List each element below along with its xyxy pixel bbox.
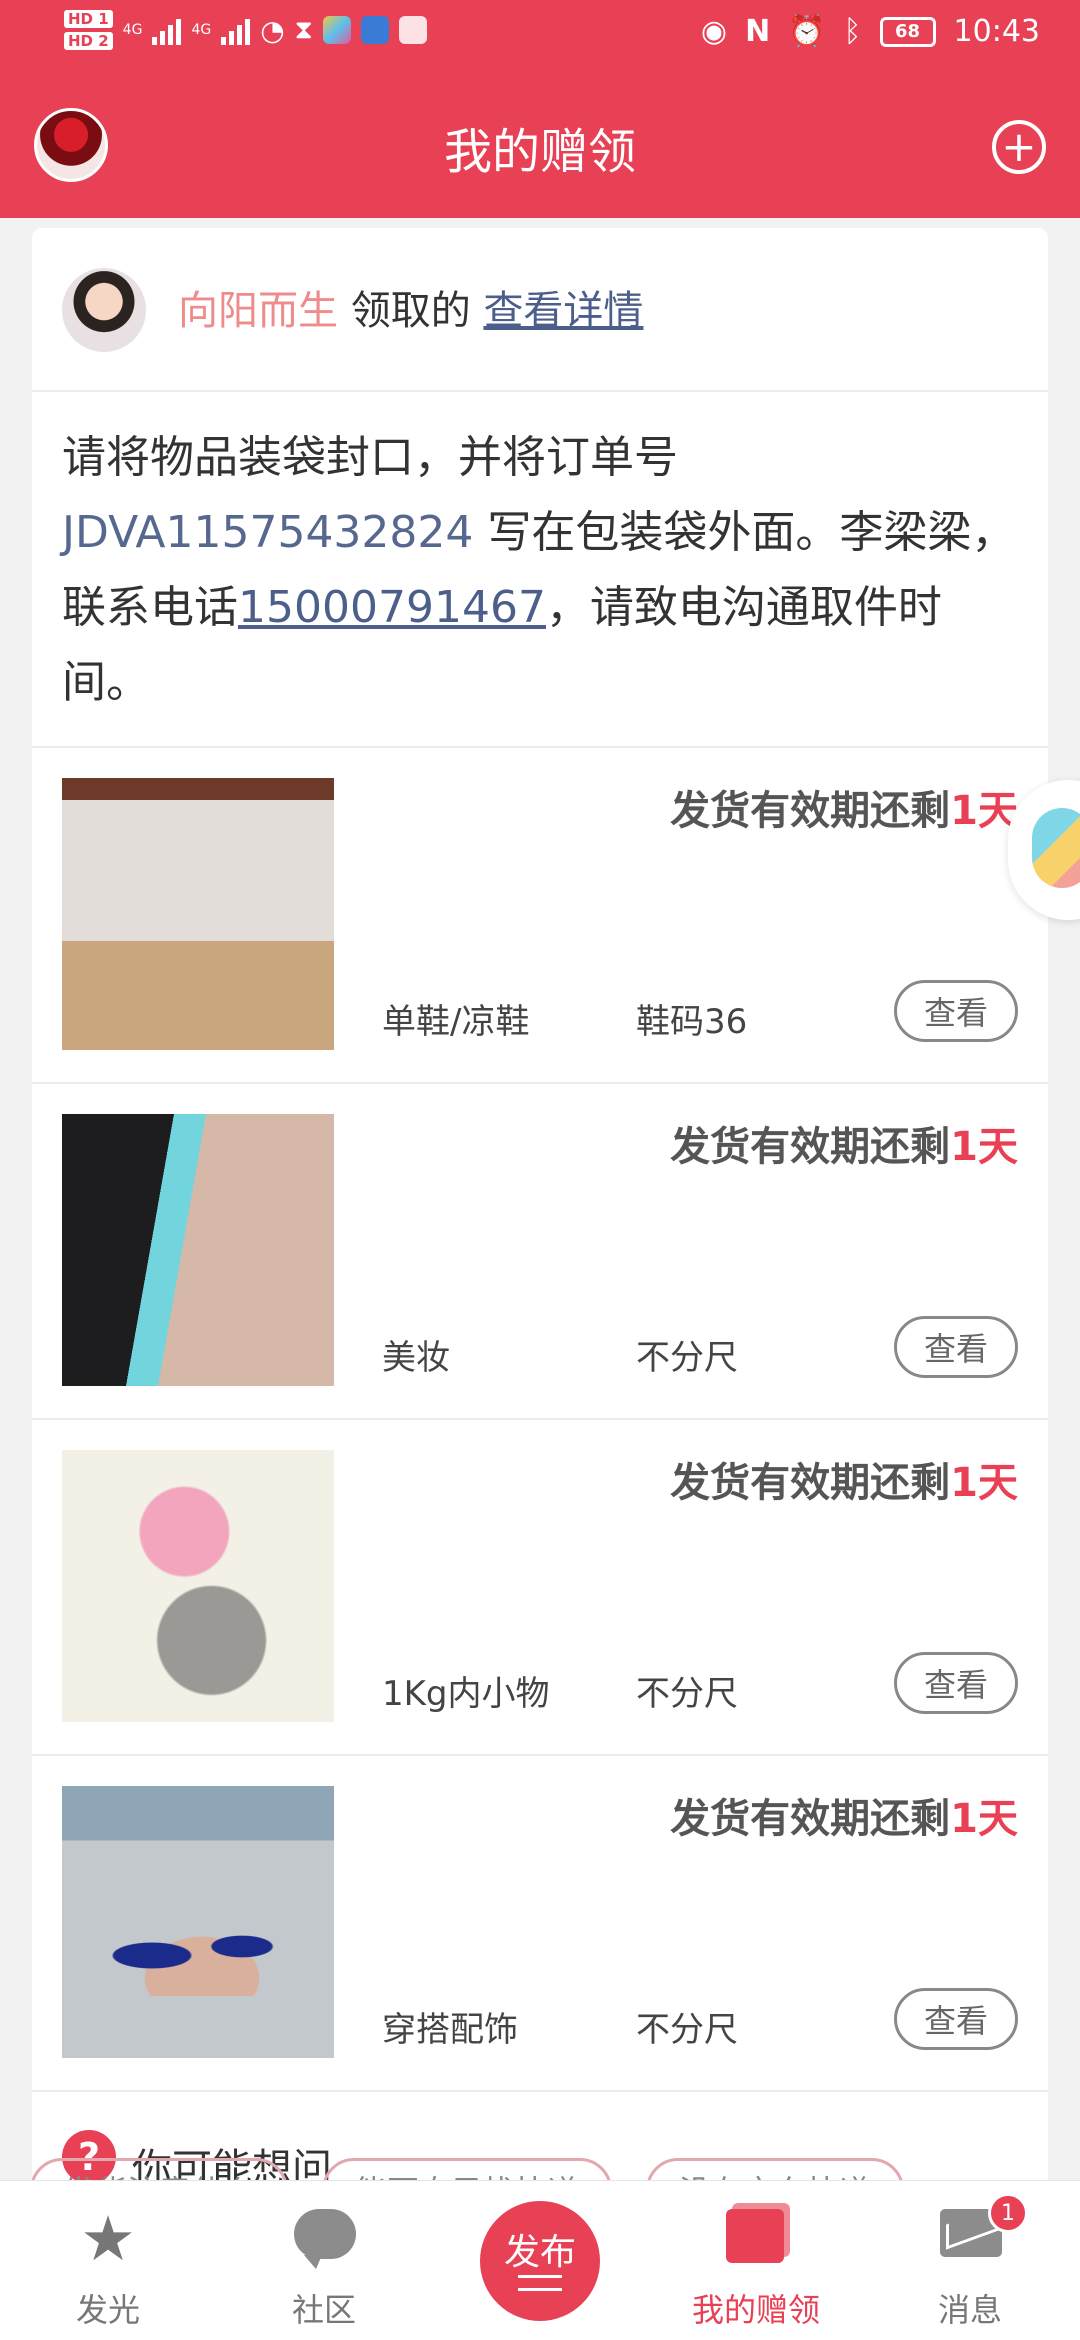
list-item: 发货有效期还剩1天 单鞋/凉鞋 鞋码36 查看 [32,748,1048,1084]
tab-my-gifts[interactable]: 我的赠领 [666,2181,846,2340]
view-button[interactable]: 查看 [894,1652,1018,1714]
item-size: 不分尺 [636,1674,738,1714]
item-category: 美妆 [382,1338,450,1378]
deadline-text: 发货有效期还剩1天 [670,1450,1018,1508]
order-card: 向阳而生 领取的 查看详情 请将物品装袋封口，并将订单号 JDVA1157543… [32,228,1048,2240]
view-detail-link[interactable]: 查看详情 [483,288,643,334]
signal2-icon [221,15,251,45]
eye-icon: ◉ [700,14,728,49]
giver-name[interactable]: 向阳而生 [178,288,338,334]
hourglass-icon: ⧗ [294,14,313,45]
view-button[interactable]: 查看 [894,1316,1018,1378]
clock: 10:43 [953,14,1040,49]
net1-label: 4G [122,22,143,38]
deadline-prefix: 发货有效期还剩 [670,1460,951,1506]
phone-link[interactable]: 15000791467 [238,582,546,633]
message-badge: 1 [988,2193,1028,2233]
giver-row: 向阳而生 领取的 查看详情 [32,228,1048,392]
hd2-badge: HD 2 [64,32,113,50]
deadline-days: 1天 [950,1460,1018,1506]
list-item: 发货有效期还剩1天 美妆 不分尺 查看 [32,1084,1048,1420]
status-right: ◉ N ⏰ ᛒ 68 10:43 [701,14,1040,49]
tab-community[interactable]: 社区 [234,2181,414,2340]
tab-label: 发光 [75,2291,140,2329]
star-icon: ★ [80,2202,136,2275]
add-icon[interactable]: + [992,120,1046,174]
publish-button[interactable]: 发布 [480,2201,600,2321]
item-size: 不分尺 [636,1338,738,1378]
item-category: 单鞋/凉鞋 [382,1002,530,1042]
view-button[interactable]: 查看 [894,980,1018,1042]
bluetooth-icon: ᛒ [843,14,862,49]
app2-icon [360,16,389,44]
deadline-days: 1天 [950,788,1018,834]
book-icon [726,2209,786,2269]
battery-icon: 68 [879,16,936,47]
wifi-icon: ◔ [260,13,285,47]
deadline-text: 发货有效期还剩1天 [670,1114,1018,1172]
list-item: 发货有效期还剩1天 1Kg内小物 不分尺 查看 [32,1420,1048,1756]
tab-messages[interactable]: 1 消息 [880,2181,1060,2340]
net2-label: 4G [191,22,212,38]
view-button[interactable]: 查看 [894,1988,1018,2050]
flower-icon [1032,808,1080,888]
deadline-text: 发货有效期还剩1天 [670,778,1018,836]
status-bar: HD 1 HD 2 4G 4G ◔ ⧗ ◉ N ⏰ ᛒ 68 10:43 [0,0,1080,74]
menu-lines-icon [518,2275,562,2291]
nfc-icon: N [745,14,771,49]
deadline-prefix: 发货有效期还剩 [670,788,951,834]
hd-indicators: HD 1 HD 2 [64,10,113,50]
tab-label: 社区 [291,2291,356,2329]
page-title: 我的赠领 [443,124,636,180]
status-left: HD 1 HD 2 4G 4G ◔ ⧗ [64,10,427,50]
tab-glow[interactable]: ★ 发光 [18,2181,198,2340]
item-photo[interactable] [62,1114,334,1386]
shipping-notice: 请将物品装袋封口，并将订单号 JDVA11575432824 写在包装袋外面。李… [32,392,1048,748]
giver-action: 领取的 [338,288,484,334]
notice-text-before: 请将物品装袋封口，并将订单号 [62,432,678,483]
tab-label: 我的赠领 [691,2291,820,2329]
app1-icon [322,16,351,44]
signal1-icon [152,15,182,45]
alarm-icon: ⏰ [788,14,826,49]
header: 我的赠领 + [0,100,1080,196]
deadline-prefix: 发货有效期还剩 [670,1796,951,1842]
chat-icon [294,2209,356,2269]
page: HD 1 HD 2 4G 4G ◔ ⧗ ◉ N ⏰ ᛒ 68 10:43 我的赠… [0,0,1080,2340]
deadline-days: 1天 [950,1796,1018,1842]
item-category: 1Kg内小物 [382,1674,550,1714]
deadline-text: 发货有效期还剩1天 [670,1786,1018,1844]
hd1-badge: HD 1 [64,10,113,28]
list-item: 发货有效期还剩1天 穿搭配饰 不分尺 查看 [32,1756,1048,2092]
item-size: 不分尺 [636,2010,738,2050]
order-number: JDVA11575432824 [62,507,474,558]
item-photo[interactable] [62,1450,334,1722]
top-bar: HD 1 HD 2 4G 4G ◔ ⧗ ◉ N ⏰ ᛒ 68 10:43 我的赠… [0,0,1080,218]
bottom-nav: ★ 发光 社区 发布 我的赠领 1 消息 [0,2180,1080,2340]
item-category: 穿搭配饰 [382,2010,518,2050]
app3-icon [398,16,427,44]
item-photo[interactable] [62,1786,334,2058]
publish-label: 发布 [503,2232,576,2273]
giver-text: 向阳而生 领取的 查看详情 [178,278,643,336]
giver-avatar[interactable] [62,268,146,352]
deadline-prefix: 发货有效期还剩 [670,1124,951,1170]
tab-label: 消息 [937,2291,1002,2329]
item-photo[interactable] [62,778,334,1050]
deadline-days: 1天 [950,1124,1018,1170]
item-size: 鞋码36 [636,1002,748,1042]
